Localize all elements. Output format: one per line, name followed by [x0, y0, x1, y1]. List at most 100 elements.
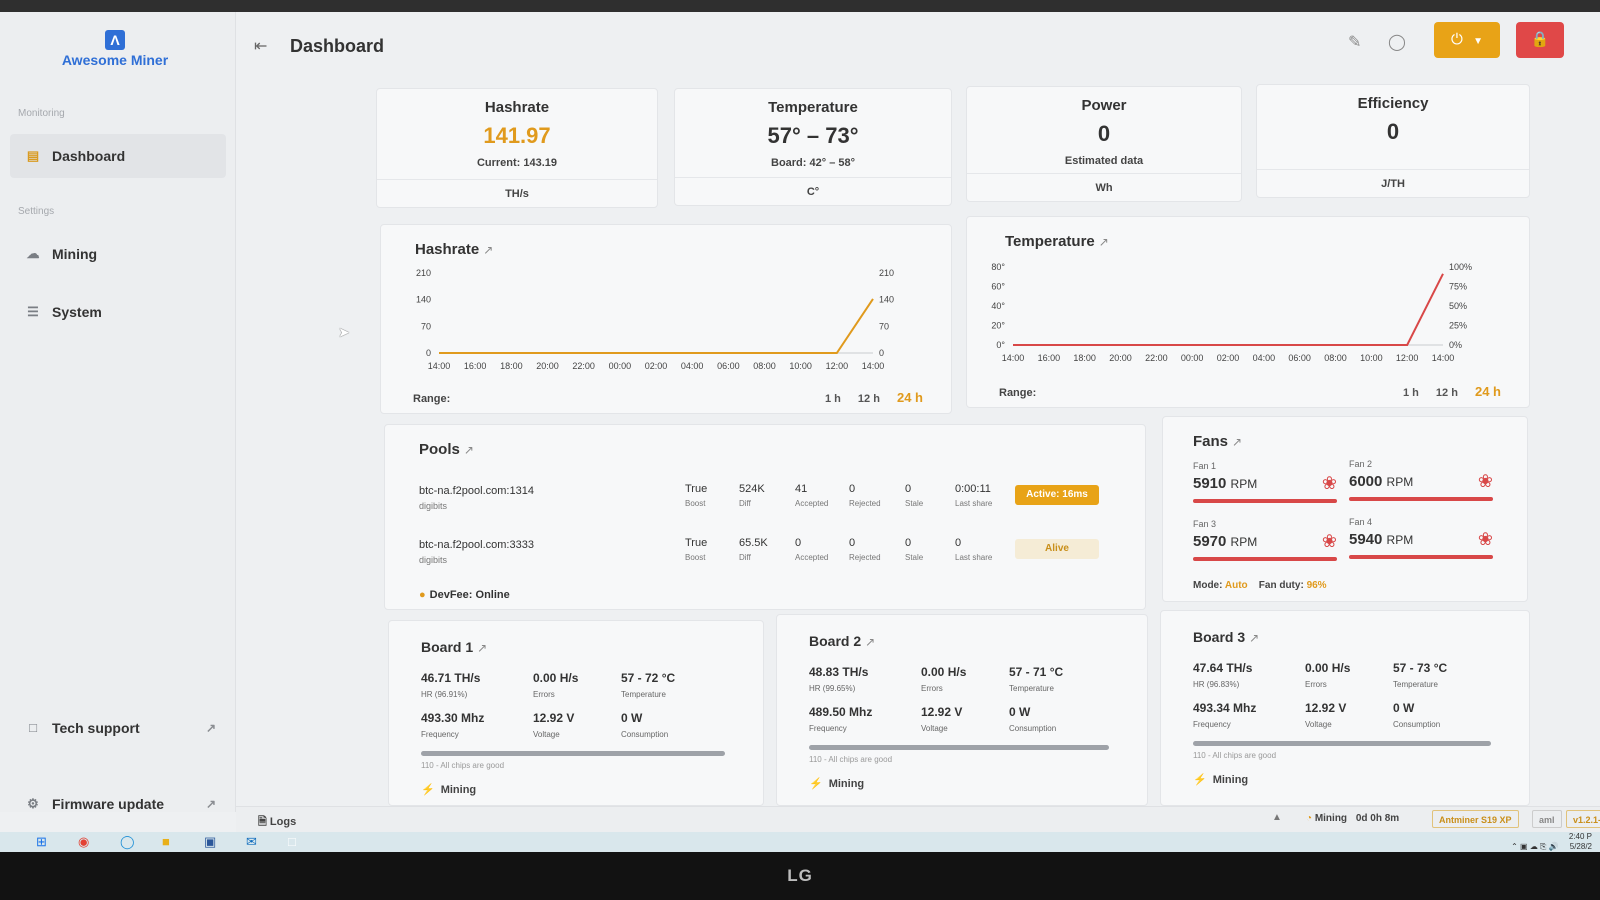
pool-row[interactable]: btc-na.f2pool.com:1314 digibits True Boos…	[419, 481, 1125, 521]
board-chip-status: 110 - All chips are good	[809, 755, 893, 764]
chevron-up-icon[interactable]: ▲	[1272, 812, 1282, 823]
fan-1: Fan 1 5910 RPM ❀	[1193, 461, 1337, 505]
pool-accepted-label: Accepted	[795, 553, 829, 562]
power-menu-button[interactable]: ⏻ ▼	[1434, 22, 1500, 58]
stat-sub: Current: 143.19	[476, 157, 558, 169]
header: ⇤ Dashboard ✎ ◯ ⏻ ▼ 🔒	[236, 12, 1600, 76]
toggle-icon[interactable]: ◯	[1388, 32, 1406, 52]
y-right-tick-label: 0%	[1449, 340, 1462, 350]
pool-accepted: 0	[795, 537, 802, 549]
stat-card-power: Power 0 Estimated data Wh	[966, 86, 1242, 202]
board-voltage: 12.92 V	[1305, 701, 1347, 715]
sidebar-item-firmware-update[interactable]: ⚙ Firmware update ↗	[10, 782, 226, 826]
sidebar-item-system[interactable]: ☰ System	[10, 290, 226, 334]
model-badge: Antminer S19 XP	[1432, 810, 1519, 828]
board-title[interactable]: Board 3 ↗	[1193, 629, 1259, 645]
pools-title-text: Pools	[419, 441, 460, 458]
board-voltage: 12.92 V	[533, 711, 575, 725]
fan-rpm-unit: RPM	[1230, 477, 1258, 491]
board-voltage-label: Voltage	[533, 730, 560, 739]
stat-sub: Board: 42° – 58°	[771, 157, 855, 169]
sidebar-item-tech-support[interactable]: □ Tech support ↗	[10, 706, 226, 750]
pool-host: btc-na.f2pool.com:1314	[419, 485, 534, 497]
range-option-1h[interactable]: 1 h	[1403, 387, 1419, 399]
board-chip-progress	[1193, 741, 1491, 746]
sidebar-item-label: Mining	[52, 246, 98, 262]
chart-icon: ▤	[26, 148, 40, 163]
pool-status-badge: Alive	[1015, 539, 1099, 559]
mode-badge: aml	[1532, 810, 1562, 828]
start-icon[interactable]: ⊞	[36, 834, 47, 850]
pool-diff: 524K	[739, 483, 765, 495]
pool-host: btc-na.f2pool.com:3333	[419, 539, 534, 551]
fan-label: Fan 1	[1193, 461, 1217, 471]
range-option-1h[interactable]: 1 h	[825, 393, 841, 405]
brand[interactable]: Λ Awesome Miner	[40, 30, 190, 68]
mining-status-label: Mining	[1314, 813, 1348, 824]
sidebar-item-label: Tech support	[52, 720, 140, 736]
collapse-sidebar-icon[interactable]: ⇤	[254, 36, 267, 56]
store-icon[interactable]: ▣	[204, 834, 216, 850]
board-title[interactable]: Board 1 ↗	[421, 639, 487, 655]
external-link-icon: ↗	[463, 443, 474, 457]
lg-logo-text: LG	[787, 866, 813, 885]
board-hashrate: 48.83 TH/s	[809, 665, 869, 679]
pool-last-share-label: Last share	[955, 553, 993, 562]
range-option-24h[interactable]: 24 h	[897, 390, 923, 405]
x-tick-label: 00:00	[609, 361, 632, 371]
board-temperature-label: Temperature	[1393, 680, 1438, 689]
x-tick-label: 00:00	[1181, 353, 1204, 363]
logs-button[interactable]: 🗎 Logs	[258, 813, 296, 832]
sidebar-item-label: Firmware update	[52, 796, 165, 812]
board-hashrate-label: HR (99.65%)	[809, 684, 856, 693]
window-top-strip	[0, 0, 1600, 12]
fans-title[interactable]: Fans ↗	[1193, 433, 1242, 450]
pool-user: digibits	[419, 501, 448, 511]
range-option-12h[interactable]: 12 h	[858, 393, 880, 405]
y-tick-label: 60°	[991, 282, 1005, 292]
power-icon: ⏻	[1451, 31, 1463, 48]
pool-row[interactable]: btc-na.f2pool.com:3333 digibits True Boos…	[419, 535, 1125, 575]
pools-title[interactable]: Pools ↗	[419, 441, 474, 458]
sidebar-item-dashboard[interactable]: ▤ Dashboard	[10, 134, 226, 178]
chevron-down-icon: ▼	[1473, 36, 1483, 47]
stat-unit: Wh	[967, 173, 1241, 201]
screen: Λ Awesome Miner Monitoring ▤ Dashboard S…	[0, 0, 1600, 852]
external-link-icon: ↗	[477, 641, 488, 655]
edge-icon[interactable]: ◯	[120, 834, 135, 850]
settings-section-label: Settings	[18, 206, 55, 217]
stat-value: 141.97	[483, 123, 551, 148]
fan-duty-label: Fan duty:	[1258, 580, 1304, 591]
fan-speed-bar	[1193, 499, 1337, 503]
sidebar: Λ Awesome Miner Monitoring ▤ Dashboard S…	[0, 12, 236, 812]
range-option-12h[interactable]: 12 h	[1436, 387, 1458, 399]
fan-speed-bar	[1349, 497, 1493, 501]
spinner-icon: ◔	[1306, 813, 1313, 824]
x-tick-label: 08:00	[753, 361, 776, 371]
stat-title: Hashrate	[484, 99, 550, 116]
system-tray[interactable]: ⌃ ▣ ☁ ⎘ 🔊 2:40 P 5/28/2	[1511, 832, 1592, 852]
hashrate-chart-card: Hashrate ↗ 0 70 140 210 0 70 140 210 14:00 16:00 18…	[380, 224, 952, 414]
range-selector: 1 h 12 h 24 h	[1389, 384, 1501, 399]
lock-button[interactable]: 🔒	[1516, 22, 1564, 58]
pool-stale: 0	[905, 537, 912, 549]
board-title[interactable]: Board 2 ↗	[809, 633, 875, 649]
edit-icon[interactable]: ✎	[1348, 32, 1361, 52]
fan-speed-bar	[1349, 555, 1493, 559]
folder-icon[interactable]: ■	[162, 834, 170, 849]
x-tick-label: 18:00	[500, 361, 523, 371]
x-tick-label: 08:00	[1324, 353, 1347, 363]
x-tick-label: 22:00	[1145, 353, 1168, 363]
blank-app-icon[interactable]: □	[288, 834, 296, 849]
clock-time: 2:40 P	[1568, 832, 1592, 841]
sidebar-item-label: Dashboard	[52, 148, 126, 164]
range-option-24h[interactable]: 24 h	[1475, 384, 1501, 399]
x-tick-label: 04:00	[681, 361, 704, 371]
external-link-icon: ↗	[865, 635, 876, 649]
fan-4: Fan 4 5940 RPM ❀	[1349, 517, 1493, 561]
chrome-icon[interactable]: ◉	[78, 834, 89, 850]
board-chip-status: 110 - All chips are good	[1193, 751, 1277, 760]
outlook-icon[interactable]: ✉	[246, 834, 257, 850]
sidebar-item-mining[interactable]: ☁ Mining	[10, 232, 226, 276]
clock-date: 5/28/2	[1569, 842, 1592, 851]
